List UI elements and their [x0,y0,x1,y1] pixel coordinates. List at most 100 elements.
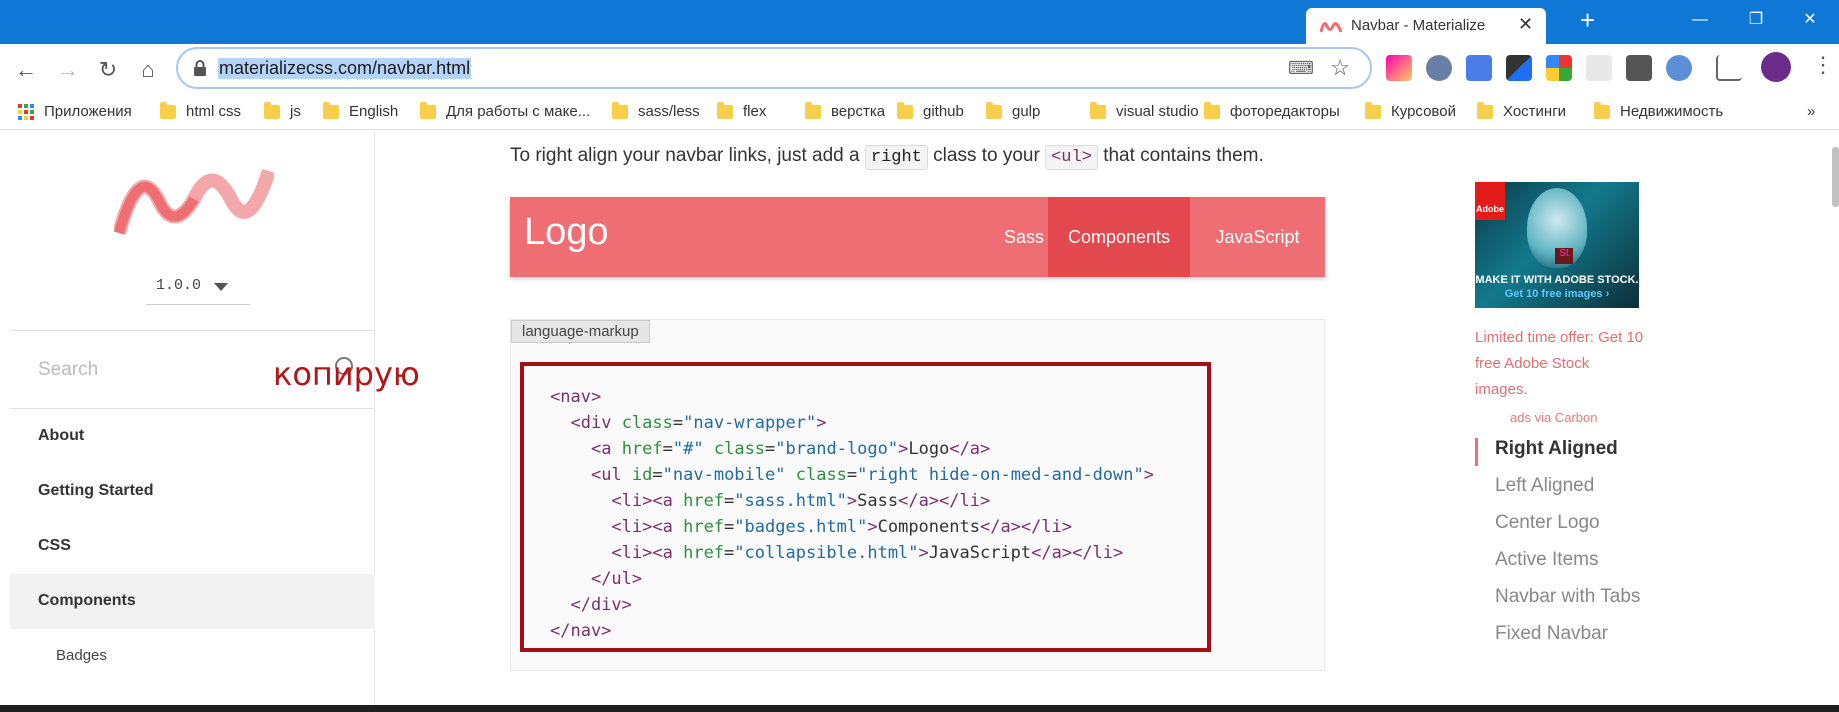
home-icon[interactable]: ⌂ [130,52,166,88]
bookmark-label: English [349,103,399,120]
extension-gradient-icon[interactable] [1386,55,1412,81]
reload-icon[interactable]: ↻ [90,52,126,88]
restore-button[interactable]: ❐ [1736,6,1776,34]
new-tab-button[interactable]: + [1580,6,1595,34]
bookmark-label: html css [186,103,242,120]
bookmark-item[interactable]: sass/less [612,101,700,120]
minimize-button[interactable]: — [1680,6,1720,34]
extension-translate-icon[interactable] [1466,55,1492,81]
profile-avatar[interactable] [1761,52,1791,82]
menu-dots-icon[interactable]: ⋮ [1812,52,1834,78]
bookmark-label: github [923,103,964,120]
page-content: 1.0.0 Search копирую About Getting Start… [10,131,1839,705]
bookmark-star-icon[interactable]: ☆ [1330,55,1350,81]
version-select[interactable]: 1.0.0 [146,271,250,305]
intro-text-middle: class to your [933,145,1040,166]
annotation-text: копирую [273,355,420,393]
scrollbar[interactable] [1832,131,1839,705]
extension-se-icon[interactable] [1626,55,1652,81]
reading-list-icon[interactable] [1716,55,1742,81]
toc-item[interactable]: Fixed Navbar [1495,623,1608,645]
ad-via-link[interactable]: ads via Carbon [1510,410,1597,425]
bookmark-item[interactable]: Курсовой [1365,101,1456,120]
bookmark-item[interactable]: Для работы с маке... [420,101,590,120]
extension-globe-icon[interactable] [1666,55,1692,81]
demo-navbar: Logo Sass Components JavaScript [510,197,1325,277]
bookmark-item[interactable]: js [264,101,301,120]
toc-item[interactable]: Navbar with Tabs [1495,586,1640,608]
extension-picker-icon[interactable] [1506,55,1532,81]
intro-paragraph: To right align your navbar links, just a… [510,145,1264,170]
extension-blank-icon[interactable] [1586,55,1612,81]
extension-eye-icon[interactable] [1426,55,1452,81]
adobe-stock-icon: St [1555,248,1573,264]
adobe-logo-icon: Adobe [1475,182,1505,220]
apps-icon [18,103,34,120]
bookmark-item[interactable]: gulp [986,101,1041,120]
folder-icon [1204,101,1220,119]
sidebar-item-getting-started[interactable]: Getting Started [10,464,375,519]
version-value: 1.0.0 [156,277,202,294]
demo-link-components[interactable]: Components [1048,197,1190,277]
sidebar-item-components[interactable]: Components [10,574,375,629]
search-input[interactable]: Search [38,359,98,381]
demo-link-javascript[interactable]: JavaScript [1190,197,1325,277]
scrollbar-thumb[interactable] [1832,147,1839,207]
bookmark-item[interactable]: Приложения [18,103,132,120]
materialize-logo-icon[interactable] [114,161,274,241]
inline-code-right: right [864,145,928,170]
bookmark-item[interactable]: html css [160,101,242,120]
close-window-button[interactable]: ✕ [1790,6,1830,34]
sidebar-item-css[interactable]: CSS [10,519,375,574]
bookmark-label: верстка [831,103,886,120]
sidebar-logo-area: 1.0.0 [10,131,375,331]
sidebar-item-about[interactable]: About [10,409,375,464]
highlight-frame: <nav> <div class="nav-wrapper"> <a href=… [520,362,1211,652]
folder-icon [1365,101,1381,119]
code-text[interactable]: <nav> <div class="nav-wrapper"> <a href=… [550,384,1154,644]
lock-icon[interactable] [192,59,208,77]
back-arrow-icon[interactable]: ← [8,52,44,88]
sidebar-subitem-badges[interactable]: Badges [10,629,375,684]
bookmark-label: Приложения [44,103,132,120]
tab-close-icon[interactable]: ✕ [1518,14,1533,35]
bookmark-label: sass/less [638,103,700,120]
bookmark-item[interactable]: English [323,101,399,120]
title-bar: Navbar - Materialize ✕ + — ❐ ✕ [0,0,1839,44]
toc-item[interactable]: Right Aligned [1495,438,1618,460]
bookmark-item[interactable]: Хостинги [1477,101,1566,120]
forward-arrow-icon[interactable]: → [50,52,86,88]
folder-icon [612,101,628,119]
bookmark-item[interactable]: flex [717,101,766,120]
ad-image[interactable]: Adobe St MAKE IT WITH ADOBE STOCK. Get 1… [1475,182,1639,308]
toc-item[interactable]: Active Items [1495,549,1598,571]
bookmark-label: js [290,103,301,120]
toc-item[interactable]: Left Aligned [1495,475,1594,497]
translate-icon[interactable]: ⌨ [1288,58,1314,79]
browser-window: Navbar - Materialize ✕ + — ❐ ✕ ← → ↻ ⌂ m… [0,0,1839,705]
bookmark-item[interactable]: верстка [805,101,886,120]
ad-text-link[interactable]: Limited time offer: Get 10 free Adobe St… [1475,325,1645,403]
folder-icon [264,101,280,119]
bookmark-item[interactable]: Недвижимость [1594,101,1724,120]
bookmark-label: Недвижимость [1620,103,1724,120]
address-bar[interactable]: materializecss.com/navbar.html ⌨ ☆ [176,47,1372,89]
toc-item[interactable]: Center Logo [1495,512,1600,534]
bookmark-item[interactable]: github [897,101,964,120]
bookmarks-more-button[interactable]: » [1807,103,1815,120]
bookmark-label: visual studio [1116,103,1199,120]
browser-tab[interactable]: Navbar - Materialize ✕ [1306,8,1546,44]
extension-grid-icon[interactable] [1546,55,1572,81]
folder-icon [1090,101,1106,119]
bookmark-item[interactable]: visual studio [1090,101,1199,120]
bookmark-item[interactable]: фоторедакторы [1204,101,1340,120]
folder-icon [1594,101,1610,119]
url-text[interactable]: materializecss.com/navbar.html [218,58,472,79]
bookmark-label: gulp [1012,103,1041,120]
sidebar-subitem-buttons[interactable]: Buttons [10,684,375,705]
folder-icon [805,101,821,119]
bookmark-label: фоторедакторы [1230,103,1340,120]
inline-code-ul: <ul> [1045,145,1098,170]
ad-headline: MAKE IT WITH ADOBE STOCK. [1475,274,1639,286]
demo-brand-logo[interactable]: Logo [524,211,609,254]
